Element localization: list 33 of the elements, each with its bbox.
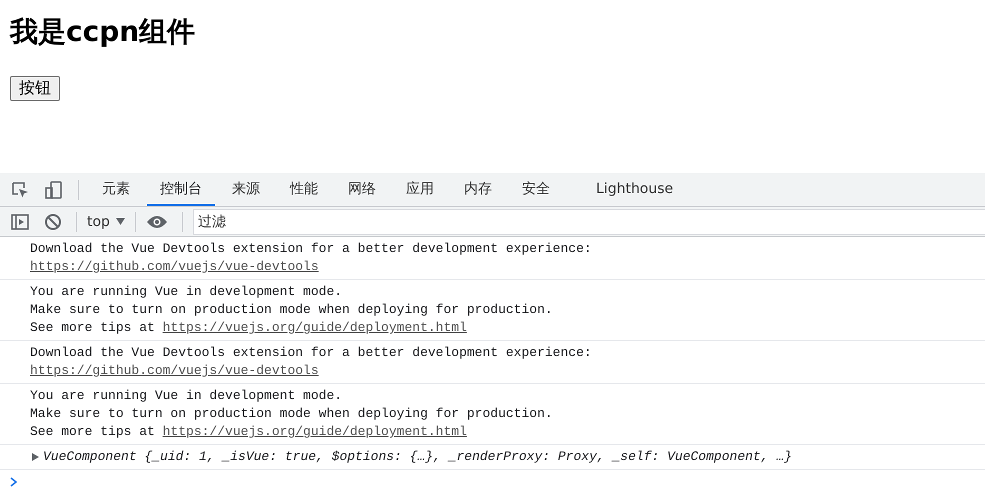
devtools-tab[interactable]: 安全	[509, 173, 563, 206]
device-icon[interactable]	[44, 180, 64, 200]
devtools-tab[interactable]: 内存	[451, 173, 505, 206]
page-heading: 我是ccpn组件	[10, 14, 196, 50]
log-text: See more tips at	[30, 424, 156, 439]
clear-icon[interactable]	[44, 212, 62, 230]
log-text: Download the Vue Devtools extension for a better development experience:	[30, 345, 592, 360]
devtools-tab[interactable]: 元素	[89, 173, 143, 206]
object-preview[interactable]: VueComponent {_uid: 1, _isVue: true, $options: {…}, _renderProxy: Proxy, _self: VueComponent, …}	[43, 448, 792, 466]
devtools-tab[interactable]: 来源	[219, 173, 273, 206]
devtools-tab[interactable]: 性能	[277, 173, 331, 206]
log-text: Make sure to turn on production mode when deploying for production.	[30, 302, 553, 317]
log-link[interactable]: https://github.com/vuejs/vue-devtools	[30, 363, 319, 378]
prompt-icon[interactable]	[10, 477, 18, 487]
log-text: You are running Vue in development mode.	[30, 388, 342, 403]
context-dropdown[interactable]: top	[87, 214, 110, 230]
filter-field[interactable]: 过滤	[192, 208, 985, 234]
log-text: Make sure to turn on production mode when deploying for production.	[30, 406, 553, 421]
page-button[interactable]: 按钮	[10, 76, 60, 101]
log-text: See more tips at	[30, 320, 156, 335]
expand-triangle-icon[interactable]	[32, 453, 39, 461]
eye-icon[interactable]	[146, 214, 168, 228]
devtools-tab[interactable]: 网络	[335, 173, 389, 206]
log-text: Download the Vue Devtools extension for a better development experience:	[30, 241, 592, 256]
log-text: You are running Vue in development mode.	[30, 284, 342, 299]
log-link[interactable]: https://vuejs.org/guide/deployment.html	[162, 320, 467, 335]
inspect-icon[interactable]	[10, 180, 30, 200]
log-link[interactable]: https://github.com/vuejs/vue-devtools	[30, 259, 319, 274]
caret-icon	[116, 218, 125, 225]
devtools-tab[interactable]: Lighthouse	[583, 173, 686, 206]
devtools-tab[interactable]: 应用	[393, 173, 447, 206]
log-link[interactable]: https://vuejs.org/guide/deployment.html	[162, 424, 467, 439]
sidebar-icon[interactable]	[10, 212, 30, 232]
